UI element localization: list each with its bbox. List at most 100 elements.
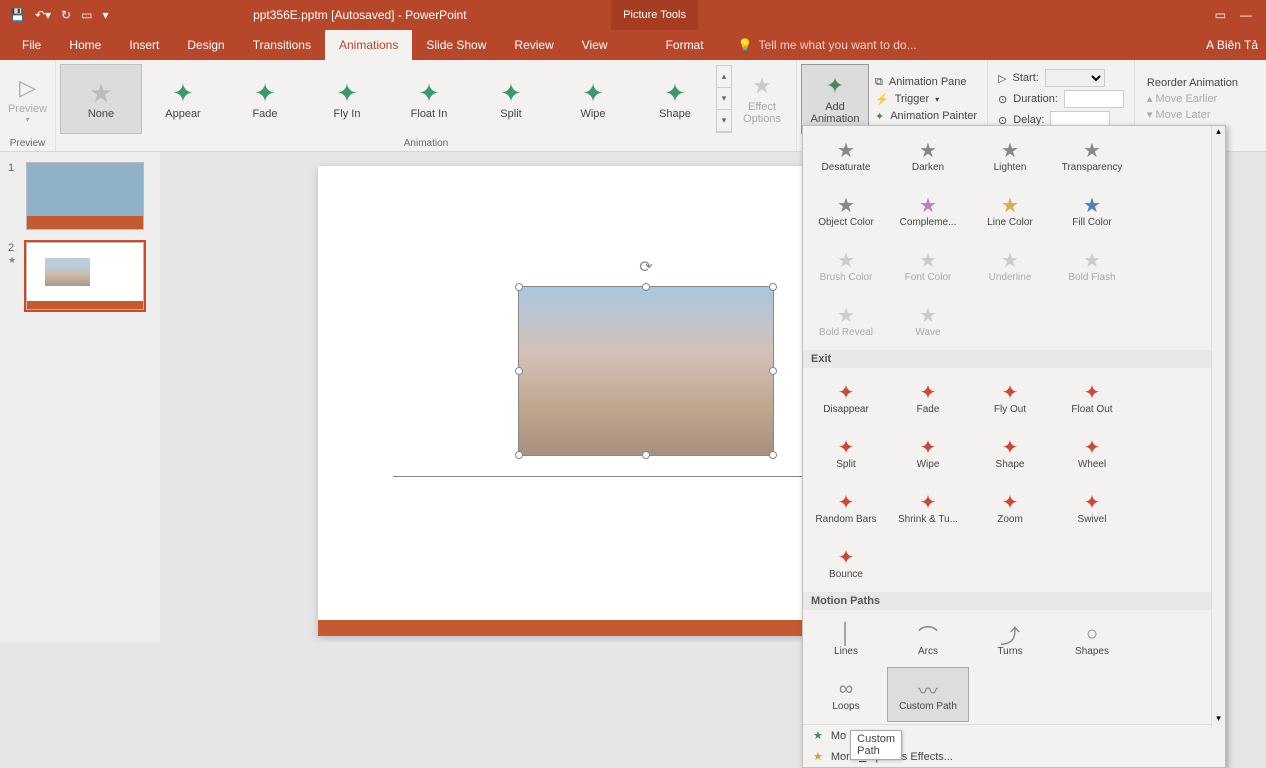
exit-fade[interactable]: ✦Fade <box>887 370 969 425</box>
tab-slideshow[interactable]: Slide Show <box>412 30 500 60</box>
tell-me-placeholder: Tell me what you want to do... <box>759 38 917 52</box>
exit-bounce[interactable]: ✦Bounce <box>805 535 887 590</box>
emphasis-transparency[interactable]: ★Transparency <box>1051 128 1133 183</box>
save-icon[interactable]: 💾 <box>10 8 25 22</box>
quick-access-toolbar: 💾 ↶▾ ↻ ▭ ▾ <box>0 8 108 22</box>
exit-split[interactable]: ✦Split <box>805 425 887 480</box>
advanced-animation-controls: ⧉Animation Pane ⚡Trigger▾ ✦Animation Pai… <box>869 72 983 127</box>
emphasis-compleme-[interactable]: ★Compleme... <box>887 183 969 238</box>
exit-fly-out[interactable]: ✦Fly Out <box>969 370 1051 425</box>
emphasis-fill-color[interactable]: ★Fill Color <box>1051 183 1133 238</box>
exit-wipe[interactable]: ✦Wipe <box>887 425 969 480</box>
redo-icon[interactable]: ↻ <box>61 8 71 22</box>
animation-fade[interactable]: ✦Fade <box>224 64 306 134</box>
add-animation-button[interactable]: ✦ Add Animation <box>801 64 869 134</box>
resize-handle-nw[interactable] <box>515 283 523 291</box>
rotate-handle-icon[interactable]: ⟳ <box>639 257 652 277</box>
emphasis-object-color[interactable]: ★Object Color <box>805 183 887 238</box>
tab-file[interactable]: File <box>8 30 55 60</box>
tab-insert[interactable]: Insert <box>115 30 173 60</box>
trigger-button[interactable]: ⚡Trigger▾ <box>875 93 977 106</box>
exit-wheel[interactable]: ✦Wheel <box>1051 425 1133 480</box>
emphasis-darken[interactable]: ★Darken <box>887 128 969 183</box>
animation-pane-button[interactable]: ⧉Animation Pane <box>875 76 977 89</box>
emphasis-lighten[interactable]: ★Lighten <box>969 128 1051 183</box>
scroll-down-icon[interactable]: ▾ <box>1212 713 1225 727</box>
section-exit: Exit <box>803 350 1225 368</box>
motion-arcs[interactable]: ⌒Arcs <box>887 612 969 667</box>
selected-picture[interactable]: ⟳ <box>518 286 774 456</box>
tab-home[interactable]: Home <box>55 30 115 60</box>
animation-shape[interactable]: ✦Shape <box>634 64 716 134</box>
window-title: ppt356E.pptm [Autosaved] - PowerPoint <box>108 8 611 22</box>
tab-view[interactable]: View <box>568 30 622 60</box>
move-earlier-button[interactable]: ▴ Move Earlier <box>1147 92 1238 105</box>
emphasis-line-color[interactable]: ★Line Color <box>969 183 1051 238</box>
resize-handle-sw[interactable] <box>515 451 523 459</box>
minimize-icon[interactable]: — <box>1240 8 1252 22</box>
duration-input[interactable] <box>1064 90 1124 108</box>
account-name[interactable]: A Biên Tả <box>1206 30 1266 60</box>
animation-wipe[interactable]: ✦Wipe <box>552 64 634 134</box>
tab-transitions[interactable]: Transitions <box>239 30 325 60</box>
slide-thumb-1[interactable]: 1 <box>8 162 152 230</box>
tab-design[interactable]: Design <box>173 30 238 60</box>
resize-handle-ne[interactable] <box>769 283 777 291</box>
motion-shapes[interactable]: ○Shapes <box>1051 612 1133 667</box>
dropdown-scrollbar[interactable]: ▴ ▾ <box>1211 126 1225 727</box>
animation-float-in[interactable]: ✦Float In <box>388 64 470 134</box>
start-from-beginning-icon[interactable]: ▭ <box>81 8 92 22</box>
ribbon-display-icon[interactable]: ▭ <box>1215 8 1226 22</box>
animation-split[interactable]: ✦Split <box>470 64 552 134</box>
move-earlier-label: Move Earlier <box>1155 93 1217 105</box>
exit-effects-grid: ✦Disappear✦Fade✦Fly Out✦Float Out✦Split✦… <box>803 368 1225 592</box>
tab-animations[interactable]: Animations <box>325 30 412 60</box>
animation-fly-in[interactable]: ✦Fly In <box>306 64 388 134</box>
slide-thumbnails-panel: 1 2★ <box>0 152 160 642</box>
trigger-icon: ⚡ <box>875 93 889 106</box>
resize-handle-w[interactable] <box>515 367 523 375</box>
resize-handle-s[interactable] <box>642 451 650 459</box>
animation-painter-button[interactable]: ✦Animation Painter <box>875 110 977 123</box>
scroll-up-icon[interactable]: ▴ <box>1212 126 1225 140</box>
gallery-scroll-down-icon[interactable]: ▾ <box>717 88 731 110</box>
motion-lines[interactable]: │Lines <box>805 612 887 667</box>
move-later-button[interactable]: ▾ Move Later <box>1147 108 1238 121</box>
add-animation-label: Add Animation <box>811 101 860 125</box>
more-entrance-button[interactable]: ★ Mo Custom Path ects... <box>803 725 1225 746</box>
tell-me-search[interactable]: 💡 Tell me what you want to do... <box>738 30 917 60</box>
tab-format[interactable]: Format <box>652 30 718 60</box>
exit-random-bars[interactable]: ✦Random Bars <box>805 480 887 535</box>
exit-swivel[interactable]: ✦Swivel <box>1051 480 1133 535</box>
resize-handle-se[interactable] <box>769 451 777 459</box>
title-bar: 💾 ↶▾ ↻ ▭ ▾ ppt356E.pptm [Autosaved] - Po… <box>0 0 1266 30</box>
start-select[interactable] <box>1045 69 1105 87</box>
ribbon-tabs: File Home Insert Design Transitions Anim… <box>0 30 1266 60</box>
animation-painter-label: Animation Painter <box>890 110 977 122</box>
resize-handle-n[interactable] <box>642 283 650 291</box>
undo-icon[interactable]: ↶▾ <box>35 8 51 22</box>
exit-shrink-tu-[interactable]: ✦Shrink & Tu... <box>887 480 969 535</box>
move-later-label: Move Later <box>1155 109 1210 121</box>
emphasis-underline: ★Underline <box>969 238 1051 293</box>
resize-handle-e[interactable] <box>769 367 777 375</box>
exit-float-out[interactable]: ✦Float Out <box>1051 370 1133 425</box>
emphasis-wave: ★Wave <box>887 293 969 348</box>
gallery-more-icon[interactable]: ▾ <box>717 110 731 132</box>
animation-appear[interactable]: ✦Appear <box>142 64 224 134</box>
gallery-scroll-up-icon[interactable]: ▴ <box>717 66 731 88</box>
emphasis-desaturate[interactable]: ★Desaturate <box>805 128 887 183</box>
tab-review[interactable]: Review <box>500 30 567 60</box>
preview-button[interactable]: ▷ Preview ▾ <box>4 64 51 134</box>
exit-disappear[interactable]: ✦Disappear <box>805 370 887 425</box>
exit-shape[interactable]: ✦Shape <box>969 425 1051 480</box>
motion-loops[interactable]: ∞Loops <box>805 667 887 722</box>
slide-thumb-2[interactable]: 2★ <box>8 242 152 310</box>
animation-none[interactable]: ★None <box>60 64 142 134</box>
motion-custom-path[interactable]: 〰Custom Path <box>887 667 969 722</box>
effect-options-button[interactable]: ★ Effect Options <box>732 64 792 134</box>
exit-zoom[interactable]: ✦Zoom <box>969 480 1051 535</box>
motion-turns[interactable]: ⤴Turns <box>969 612 1051 667</box>
duration-icon: ⊙ <box>998 93 1007 106</box>
group-label-animation: Animation <box>56 138 796 151</box>
